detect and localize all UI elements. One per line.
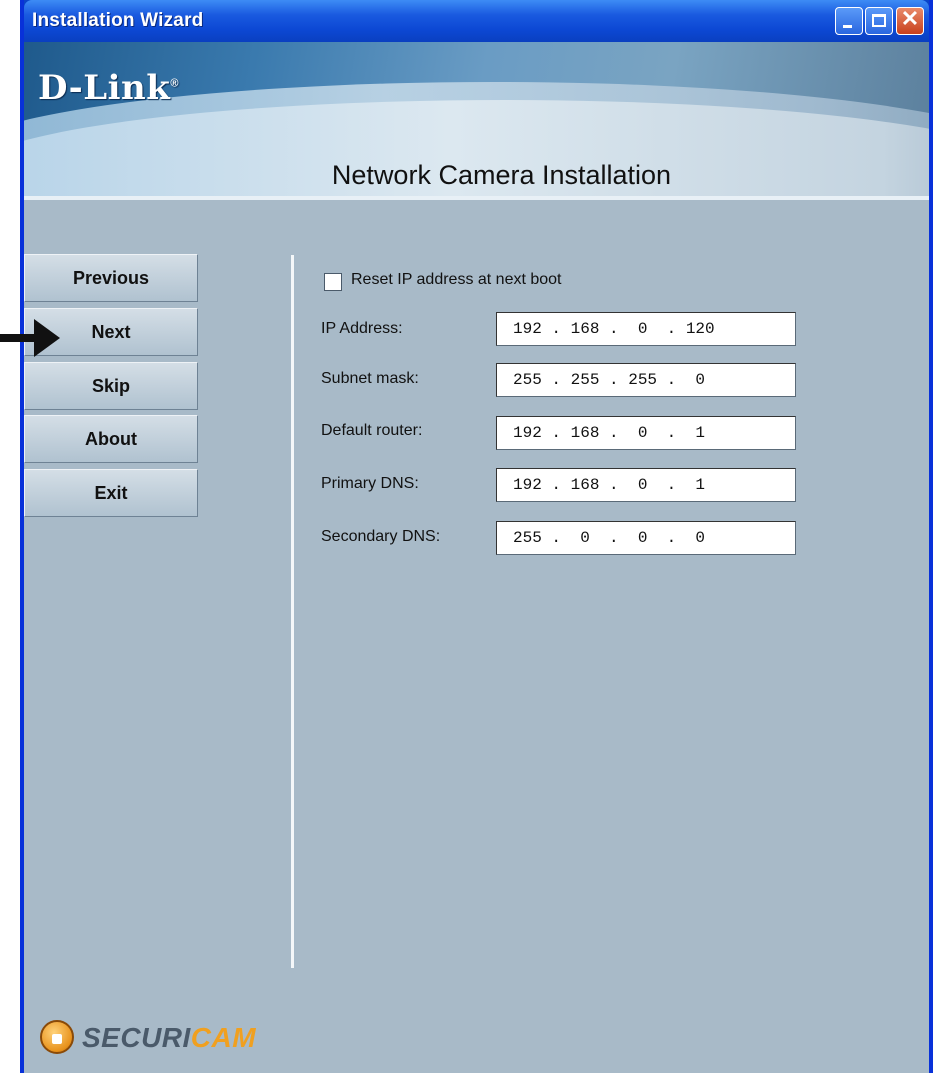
window-title: Installation Wizard <box>32 10 204 31</box>
brand-part-1: SECURI <box>82 1022 191 1053</box>
pointer-arrow-icon <box>0 319 60 357</box>
default-router-label: Default router: <box>321 422 423 439</box>
ip-address-input[interactable]: 192 . 168 . 0 . 120 <box>496 312 796 346</box>
dlink-logo: D-Link® <box>38 68 179 108</box>
lock-icon <box>40 1020 74 1054</box>
reset-ip-label: Reset IP address at next boot <box>351 271 562 288</box>
page-title: Network Camera Installation <box>331 160 672 190</box>
wizard-content: Previous Next Skip About Exit Reset IP a… <box>24 200 929 1073</box>
close-button[interactable]: ✕ <box>896 6 924 35</box>
previous-button[interactable]: Previous <box>24 254 198 302</box>
subnet-mask-label: Subnet mask: <box>321 370 419 387</box>
brand-part-2: CAM <box>190 1022 257 1053</box>
securicam-logo: SECURICAM <box>40 1018 300 1058</box>
reset-ip-checkbox[interactable] <box>324 273 342 291</box>
minimize-button[interactable] <box>835 7 863 35</box>
logo-text: D-Link <box>38 68 171 108</box>
skip-button[interactable]: Skip <box>24 362 198 410</box>
registered-mark: ® <box>170 77 179 90</box>
subnet-mask-input[interactable]: 255 . 255 . 255 . 0 <box>496 363 796 397</box>
close-icon: ✕ <box>900 6 920 31</box>
vertical-divider <box>291 255 294 968</box>
exit-button[interactable]: Exit <box>24 469 198 517</box>
secondary-dns-label: Secondary DNS: <box>321 528 441 545</box>
title-bar[interactable]: Installation Wizard ✕ <box>24 0 929 42</box>
ip-address-label: IP Address: <box>321 320 403 337</box>
maximize-button[interactable] <box>865 7 893 35</box>
securicam-text: SECURICAM <box>82 1022 256 1054</box>
installation-wizard-window: Installation Wizard ✕ D-Link® Network Ca… <box>20 0 933 1073</box>
default-router-input[interactable]: 192 . 168 . 0 . 1 <box>496 416 796 450</box>
about-button[interactable]: About <box>24 415 198 463</box>
primary-dns-input[interactable]: 192 . 168 . 0 . 1 <box>496 468 796 502</box>
secondary-dns-input[interactable]: 255 . 0 . 0 . 0 <box>496 521 796 555</box>
primary-dns-label: Primary DNS: <box>321 475 419 492</box>
header-banner: D-Link® Network Camera Installation <box>24 42 929 200</box>
